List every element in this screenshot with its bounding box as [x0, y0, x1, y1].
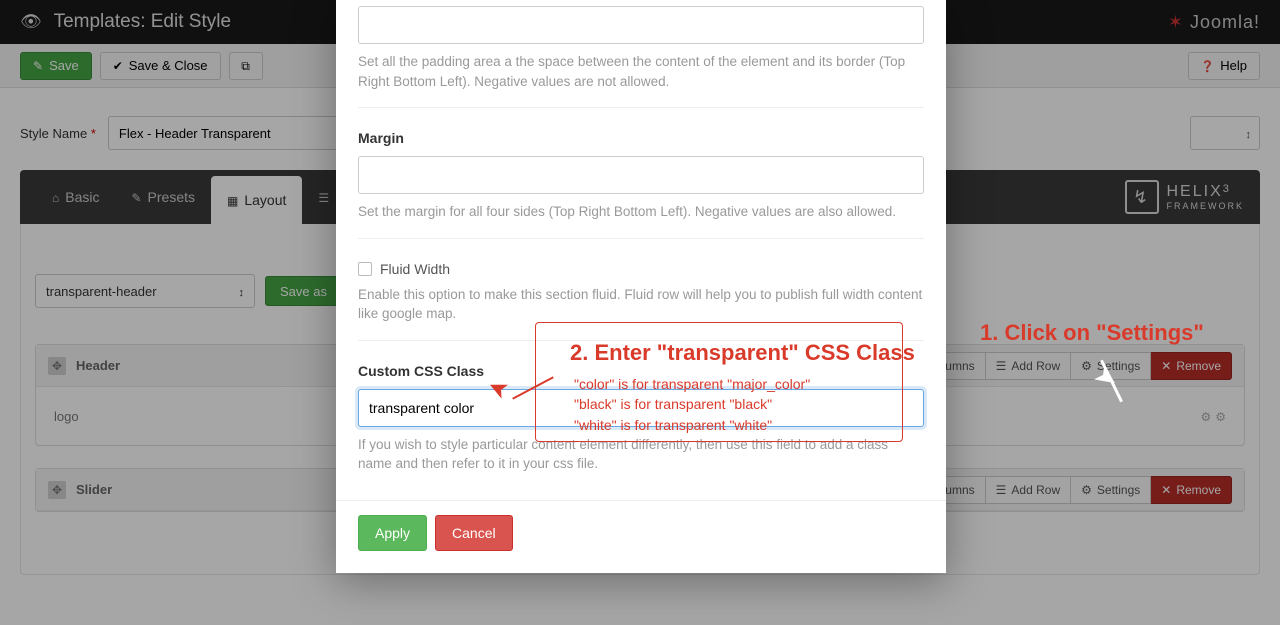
fluid-help: Enable this option to make this section …: [358, 285, 924, 324]
cancel-button[interactable]: Cancel: [435, 515, 513, 551]
padding-help: Set all the padding area a the space bet…: [358, 52, 924, 91]
margin-input[interactable]: [358, 156, 924, 194]
margin-label: Margin: [358, 130, 924, 146]
annotation-sublines: "color" is for transparent "major_color"…: [574, 374, 810, 435]
padding-input[interactable]: [358, 6, 924, 44]
fluid-width-label: Fluid Width: [380, 261, 450, 277]
section-settings-modal: Set all the padding area a the space bet…: [336, 0, 946, 573]
apply-button[interactable]: Apply: [358, 515, 427, 551]
modal-footer: Apply Cancel: [336, 500, 946, 573]
margin-help: Set the margin for all four sides (Top R…: [358, 202, 924, 222]
fluid-width-checkbox[interactable]: [358, 262, 372, 276]
annotation-step2: 2. Enter "transparent" CSS Class: [570, 340, 915, 366]
annotation-step1: 1. Click on "Settings": [980, 320, 1204, 346]
